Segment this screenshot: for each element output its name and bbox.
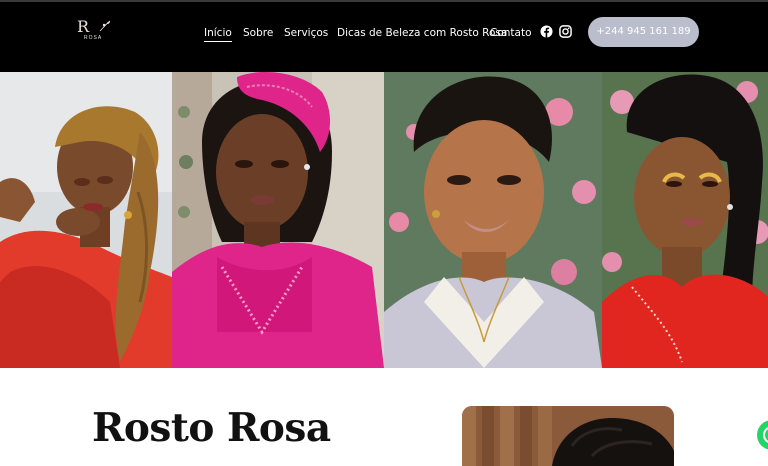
section-title: Rosto Rosa	[92, 405, 331, 451]
hero-photo-1	[0, 72, 172, 368]
nav-dicas-de-beleza[interactable]: Dicas de Beleza com Rosto Rosa	[337, 26, 507, 40]
feature-photo	[462, 406, 674, 466]
hero-photo-3	[384, 72, 602, 368]
leaf-icon	[99, 20, 111, 32]
facebook-icon[interactable]	[540, 25, 553, 38]
hero-slider[interactable]	[0, 72, 768, 368]
whatsapp-icon	[763, 426, 768, 444]
hero-photo-2	[172, 72, 384, 368]
logo-mark: R	[77, 17, 90, 36]
instagram-icon[interactable]	[559, 25, 572, 38]
hero-photo-4	[602, 72, 768, 368]
logo-subtext: ROSA	[84, 35, 103, 41]
site-header: R ROSA Início Sobre Serviços Dicas de Be…	[0, 0, 768, 72]
nav-servicos[interactable]: Serviços	[284, 26, 328, 40]
phone-button[interactable]: +244 945 161 189	[588, 17, 699, 47]
nav-inicio[interactable]: Início	[204, 26, 232, 42]
rosto-rosa-logo[interactable]: R ROSA	[74, 18, 114, 44]
nav-sobre[interactable]: Sobre	[243, 26, 273, 40]
nav-contato[interactable]: Contato	[490, 26, 532, 40]
whatsapp-button[interactable]	[757, 420, 768, 450]
